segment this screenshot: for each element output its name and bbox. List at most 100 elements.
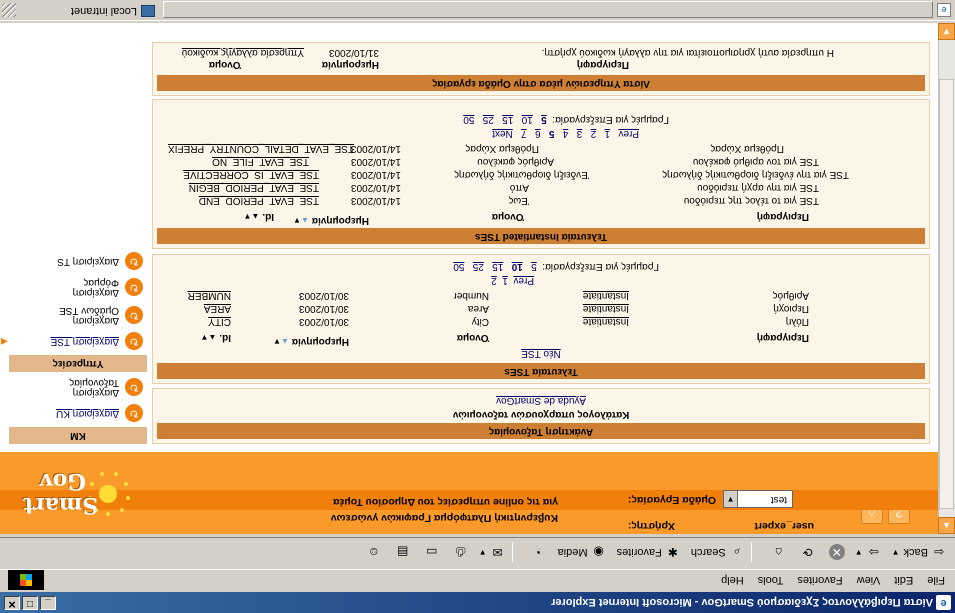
sort-arrows-icon[interactable]: ▲▼ — [273, 337, 289, 346]
stop-button[interactable]: ✕ — [826, 544, 845, 561]
favorites-button[interactable]: ✱ Favorites — [617, 545, 681, 561]
sort-arrows-icon[interactable]: ▲▼ — [200, 333, 216, 342]
media-button[interactable]: ◉ Media — [558, 545, 607, 561]
scroll-thumb[interactable] — [939, 79, 954, 509]
arrow-circle-icon: ↻ — [125, 332, 143, 350]
sidebar-item-tse[interactable]: ↻ Διαχείριση TSE ◀ — [1, 330, 147, 352]
tagline-line2: για τις online υπηρεσίες του Δημοσίου Το… — [333, 496, 558, 508]
inst-row-2-id[interactable]: TSE_EVAT_PERIOD_BEGIN — [189, 182, 319, 193]
status-bar: e Local intranet — [0, 0, 955, 21]
back-button[interactable]: ⇦ Back ▼ — [892, 545, 947, 561]
tses-row-3-type[interactable]: Instantiate — [583, 290, 629, 301]
arrow-circle-icon: ↻ — [125, 278, 143, 296]
print-button[interactable]: ⎙ — [450, 545, 469, 561]
messenger-button[interactable]: ☺ — [363, 545, 382, 561]
sort-arrows-icon[interactable]: ▲▼ — [243, 212, 259, 221]
chevron-down-icon: ▼ — [724, 491, 738, 507]
minimize-button[interactable]: _ — [40, 596, 56, 610]
tses-page-1[interactable]: 1 — [502, 275, 508, 286]
close-button[interactable]: ✕ — [4, 596, 20, 610]
sort-arrows-icon[interactable]: ▲▼ — [293, 216, 309, 225]
refresh-button[interactable]: ⟳ — [797, 545, 816, 561]
sidebar-item-ku[interactable]: ↻ Διαχείριση KU — [9, 402, 147, 424]
tses-prev-link[interactable]: Prev — [513, 275, 534, 286]
mail-icon: ✉ — [492, 545, 503, 560]
forward-button[interactable]: ⇨ ▼ — [855, 545, 882, 561]
inst-row-5-id[interactable]: TSE_EVAT_DETAIL_COUNTRY_PREFIX — [168, 143, 354, 154]
taxonomy-help-link[interactable]: Ayuda de SmartGov — [153, 395, 929, 406]
print-icon: ⎙ — [455, 545, 466, 560]
sidebar-item-ts[interactable]: ↻ Διαχείριση TS — [9, 250, 147, 272]
new-tse-link[interactable]: Νέο TSE — [153, 348, 929, 359]
ie-icon: e — [936, 595, 951, 610]
tses-row-2-type[interactable]: Instantiate — [583, 303, 629, 314]
scroll-up-arrow-icon[interactable]: ▲ — [938, 517, 955, 534]
edit-button[interactable]: ▭ — [421, 545, 440, 561]
inst-header-id[interactable]: Id.▲▼ — [243, 211, 274, 222]
discuss-icon: ▤ — [397, 545, 409, 560]
inst-row-4-id[interactable]: TSE_EVAT_FILE_NO — [212, 156, 309, 167]
history-button[interactable]: ◔ — [529, 545, 548, 561]
workgroup-select[interactable]: ▼ test — [723, 490, 793, 508]
group-services-title: Λίστα Υπηρεσιών μέσα στην Ομάδα εργασίας — [157, 75, 925, 91]
favorites-star-icon: ✱ — [667, 545, 678, 560]
inst-row-3-id[interactable]: TSE_EVAT_IS_CORRECTIVE — [183, 169, 319, 180]
inst-row-5-name: Πρόθεμα Χώρας — [465, 143, 539, 154]
home-icon: ⌂ — [775, 545, 783, 560]
tses-header-date[interactable]: Ημερομηνία▲▼ — [273, 336, 349, 347]
tses-header-id[interactable]: Id.▲▼ — [200, 332, 231, 343]
tses-panel: Τελευταία TSEs Νέο TSE Περιγραφή Όνομα Η… — [152, 254, 930, 384]
inst-header-description: Περιγραφή — [756, 211, 809, 222]
menu-favorites[interactable]: Favorites — [797, 575, 842, 587]
tses-row-2-name: Area — [467, 303, 489, 314]
inst-next-link[interactable]: Next — [492, 128, 513, 139]
search-icon: ⌕ — [733, 545, 741, 560]
home-button[interactable]: ⌂ — [768, 545, 787, 561]
gs-header-description: Περιγραφή — [576, 59, 629, 70]
menu-edit[interactable]: Edit — [894, 575, 913, 587]
tses-title: Τελευταία TSEs — [157, 363, 925, 379]
history-icon: ◔ — [535, 545, 544, 560]
tses-header-description: Περιγραφή — [756, 332, 809, 343]
browser-window: e Λίστα Περιβάλλοντος Σχεδιασμού SmartGo… — [0, 0, 955, 613]
vertical-scrollbar[interactable]: ▲ ▼ — [938, 23, 955, 534]
menu-tools[interactable]: Tools — [758, 575, 784, 587]
intranet-icon — [141, 5, 155, 17]
inst-header-date[interactable]: Ημερομηνία▲▼ — [293, 215, 369, 226]
menu-file[interactable]: File — [927, 575, 945, 587]
search-button[interactable]: ⌕ Search — [691, 545, 745, 561]
taxonomy-panel: Ανάκτηση Ταξονομίας Κατάλογος υπαρχουσών… — [152, 388, 930, 444]
sidebar-item-forms[interactable]: ↻ Διαχείριση Φόρμας — [9, 274, 147, 300]
tses-row-3-date: 30/10/2003 — [298, 290, 349, 301]
scroll-down-arrow-icon[interactable]: ▼ — [938, 23, 955, 40]
tses-row-3-id[interactable]: NUMBER — [188, 290, 231, 301]
tses-row-2-id[interactable]: AREA — [204, 303, 231, 314]
current-page-marker-icon: ◀ — [1, 337, 8, 347]
sidebar-item-tse-groups[interactable]: ↻ Διαχείριση Ομάδων TSE — [9, 302, 147, 328]
mail-button[interactable]: ✉ ▼ — [479, 545, 506, 561]
tses-row-1-id[interactable]: CITY — [208, 316, 231, 327]
stop-icon: ✕ — [828, 544, 845, 561]
toolbar: ⇦ Back ▼ ⇨ ▼ ✕ ⟳ ⌂ ⌕ Search ✱ Favorites ◉ Medi… — [0, 537, 955, 567]
maximize-button[interactable]: □ — [22, 596, 38, 610]
inst-row-1-id[interactable]: TSE_EVAT_PERIOD_END — [199, 195, 319, 206]
taxonomy-catalog-label: Κατάλογος υπαρχουσών ταξονομιών — [452, 409, 630, 420]
menu-help[interactable]: Help — [721, 575, 744, 587]
inst-row-2-date: 14/10/2003 — [350, 182, 401, 193]
tses-page-2[interactable]: 2 — [491, 275, 497, 286]
sidebar-item-taxonomy[interactable]: ↻ Διαχείριση Ταξονομίας — [9, 374, 147, 400]
inst-prev-link[interactable]: Prev — [618, 128, 639, 139]
smartgov-logo: Smart Gov — [18, 464, 148, 524]
taxonomy-title: Ανάκτηση Ταξονομίας — [157, 423, 925, 439]
user-value: user_expert — [754, 520, 814, 532]
user-label: Χρήστης: — [627, 520, 675, 532]
tagline-line1: Κυβερνητική Πλατφόρμα Γραφικών γνώσεων — [330, 512, 558, 524]
menu-view[interactable]: View — [857, 575, 881, 587]
tses-row-1-type[interactable]: Instantiate — [583, 316, 629, 327]
discuss-button[interactable]: ▤ — [392, 545, 411, 561]
resize-grip-icon[interactable] — [2, 3, 16, 17]
messenger-icon: ☺ — [367, 545, 380, 560]
gs-row-1-name[interactable]: Υπηρεσία αλλαγής κωδικού — [182, 47, 304, 58]
tses-row-1-name: City — [471, 316, 489, 327]
gs-header-name: Όνομα — [208, 59, 241, 70]
